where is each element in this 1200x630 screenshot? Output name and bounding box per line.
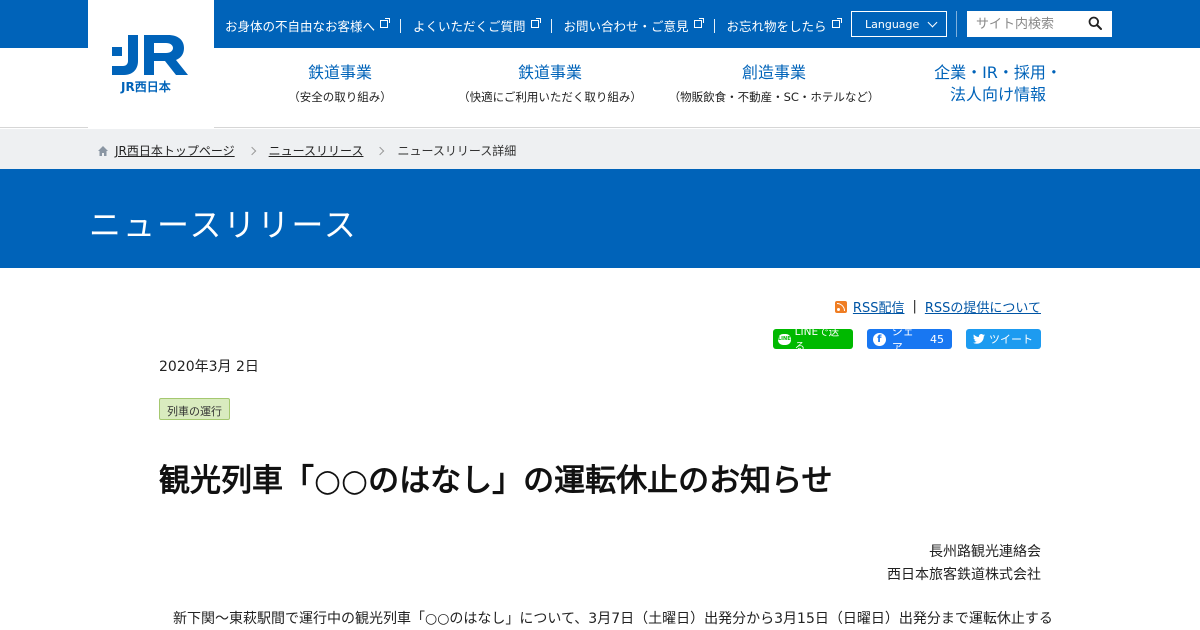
chevron-right-icon	[247, 146, 256, 155]
breadcrumb: JR西日本トップページ ニュースリリース ニュースリリース詳細	[0, 129, 1200, 169]
accessibility-link-label: お身体の不自由なお客様へ	[225, 19, 376, 34]
nav-railway-comfort[interactable]: 鉄道事業 （快適にご利用いただく取り組み）	[450, 62, 650, 105]
language-select[interactable]: Language	[851, 11, 947, 37]
twitter-share-label: ツイート	[989, 333, 1033, 346]
chevron-down-icon	[927, 17, 938, 28]
breadcrumb-current: ニュースリリース詳細	[397, 144, 517, 158]
chevron-right-icon	[376, 146, 385, 155]
nav-title: 法人向け情報	[949, 85, 1046, 104]
article-title: 観光列車「○○のはなし」の運転休止のお知らせ	[159, 463, 833, 499]
social-share: LINE LINEで送る f シェア 45 ツイート	[773, 325, 1041, 354]
search-input[interactable]	[967, 11, 1077, 37]
lost-items-link[interactable]: お忘れ物をしたら	[726, 16, 842, 35]
lost-items-link-label: お忘れ物をしたら	[726, 19, 827, 34]
signer: 長州路観光連絡会	[929, 544, 1041, 560]
signer: 西日本旅客鉄道株式会社	[887, 567, 1041, 583]
nav-subtitle: （物販飲食・不動産・SC・ホテルなど）	[668, 90, 880, 104]
utility-links: お身体の不自由なお客様へ よくいただくご質問 お問い合わせ・ご意見 お忘れ物をし…	[225, 16, 842, 35]
accessibility-link[interactable]: お身体の不自由なお客様へ	[225, 16, 391, 35]
home-icon	[98, 145, 108, 156]
divider	[400, 18, 402, 33]
faq-link[interactable]: よくいただくご質問	[413, 16, 541, 35]
page-header-band: ニュースリリース	[0, 169, 1200, 268]
breadcrumb-home-link[interactable]: JR西日本トップページ	[115, 142, 235, 159]
rss-icon	[834, 300, 847, 313]
rss-links: RSS配信 | RSSの提供について	[834, 297, 1041, 316]
contact-link-label: お問い合わせ・ご意見	[563, 19, 689, 34]
rss-feed-link[interactable]: RSS配信	[853, 297, 905, 316]
category-tag: 列車の運行	[159, 398, 230, 420]
nav-title: 創造事業	[741, 63, 806, 82]
nav-creative-business[interactable]: 創造事業 （物販飲食・不動産・SC・ホテルなど）	[660, 62, 888, 105]
rss-about-link[interactable]: RSSの提供について	[925, 297, 1041, 316]
page-title: ニュースリリース	[89, 206, 358, 244]
nav-corporate[interactable]: 企業・IR・採用・ 法人向け情報	[920, 62, 1076, 106]
facebook-share-button[interactable]: f シェア 45	[867, 325, 952, 354]
external-link-icon	[530, 17, 541, 28]
site-search	[967, 11, 1112, 37]
breadcrumb-section-link[interactable]: ニュースリリース	[269, 142, 364, 159]
twitter-bird-icon	[973, 334, 985, 344]
nav-subtitle: （安全の取り組み）	[288, 90, 392, 104]
contact-link[interactable]: お問い合わせ・ご意見	[563, 16, 704, 35]
divider	[956, 11, 957, 37]
divider: |	[912, 299, 917, 314]
nav-title: 鉄道事業	[517, 63, 582, 82]
nav-railway-safety[interactable]: 鉄道事業 （安全の取り組み）	[272, 62, 408, 105]
line-share-label: LINEで送る	[794, 326, 840, 353]
divider	[550, 18, 552, 33]
faq-link-label: よくいただくご質問	[413, 19, 526, 34]
external-link-icon	[693, 17, 704, 28]
twitter-share-button[interactable]: ツイート	[966, 329, 1041, 349]
nav-title: 鉄道事業	[307, 63, 372, 82]
article-body: 新下関～東萩駅間で運行中の観光列車「○○のはなし」について、3月7日（土曜日）出…	[173, 611, 1053, 627]
logo[interactable]: JR西日本	[88, 0, 214, 128]
language-label: Language	[865, 18, 920, 31]
divider	[713, 18, 715, 33]
nav-title: 企業・IR・採用・	[934, 63, 1062, 82]
nav-subtitle: （快適にご利用いただく取り組み）	[458, 90, 642, 104]
line-share-button[interactable]: LINE LINEで送る	[773, 326, 853, 353]
search-icon[interactable]	[1088, 16, 1102, 30]
logo-text: JR西日本	[121, 80, 171, 94]
facebook-share-count: 45	[930, 332, 944, 346]
external-link-icon	[831, 17, 842, 28]
external-link-icon	[380, 17, 391, 28]
line-icon: LINE	[778, 333, 791, 345]
jr-logo-icon	[112, 35, 188, 75]
article-date: 2020年3月 2日	[159, 359, 259, 375]
article-signers: 長州路観光連絡会 西日本旅客鉄道株式会社	[887, 541, 1041, 587]
facebook-icon: f	[873, 332, 886, 346]
facebook-share-label: シェア	[891, 325, 914, 354]
